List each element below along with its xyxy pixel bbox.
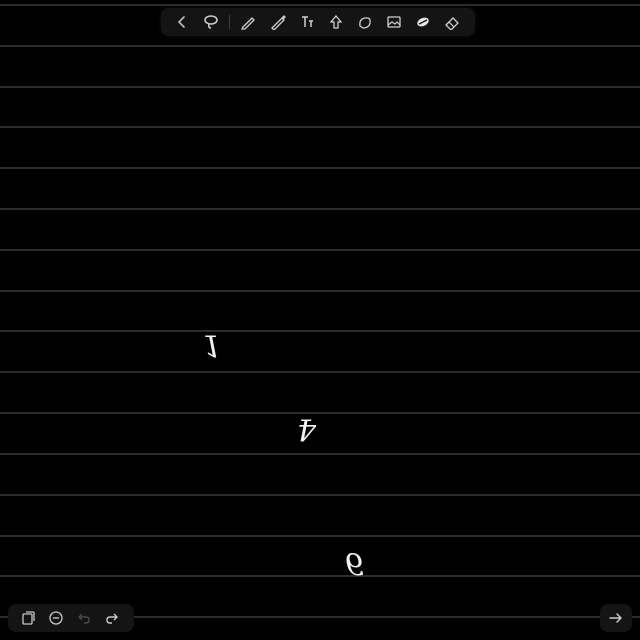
highlighter-icon[interactable] xyxy=(266,10,290,34)
image-icon[interactable] xyxy=(382,10,406,34)
bottom-left-controls xyxy=(8,604,134,632)
eraser-icon[interactable] xyxy=(440,10,464,34)
pen-icon[interactable] xyxy=(237,10,261,34)
drawing-toolbar xyxy=(161,8,475,36)
zoom-out-icon[interactable] xyxy=(44,606,68,630)
handwritten-digit: 4 xyxy=(297,411,317,446)
handwritten-digit: 1 xyxy=(203,327,223,362)
lasso-icon[interactable] xyxy=(199,10,223,34)
shape-icon[interactable] xyxy=(324,10,348,34)
redo-icon[interactable] xyxy=(100,606,124,630)
pages-icon[interactable] xyxy=(16,606,40,630)
fill-pen-icon[interactable] xyxy=(411,10,435,34)
text-icon[interactable] xyxy=(295,10,319,34)
sticky-note-icon[interactable] xyxy=(353,10,377,34)
back-chevron-icon[interactable] xyxy=(170,10,194,34)
next-page-button[interactable] xyxy=(600,604,632,632)
ruled-lines xyxy=(0,4,640,618)
next-arrow-icon xyxy=(609,613,623,623)
note-canvas[interactable]: 1 4 6 xyxy=(0,0,640,640)
toolbar-separator xyxy=(229,15,230,29)
handwritten-digit: 6 xyxy=(345,545,365,580)
undo-icon[interactable] xyxy=(72,606,96,630)
